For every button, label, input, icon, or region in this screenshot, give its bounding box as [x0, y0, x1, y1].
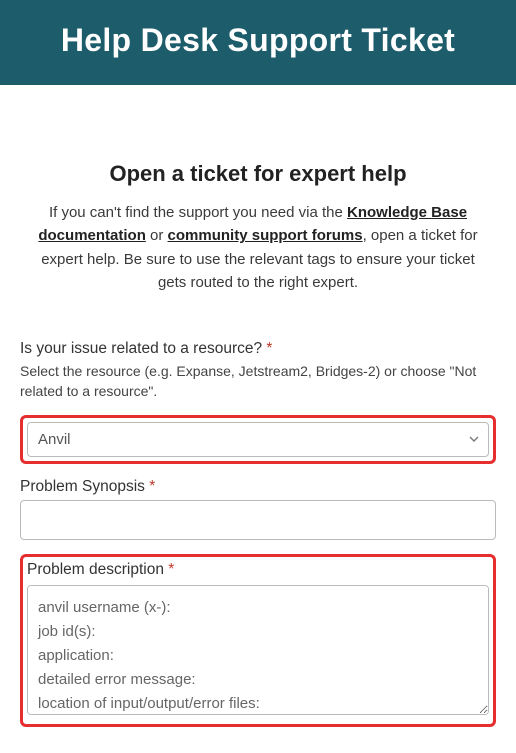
page-title: Help Desk Support Ticket: [10, 22, 506, 59]
field-resource: Is your issue related to a resource? * S…: [20, 340, 496, 401]
description-textarea[interactable]: [27, 585, 489, 715]
required-marker: *: [266, 340, 272, 357]
resource-select-wrap: Anvil: [27, 422, 489, 457]
content: Open a ticket for expert help If you can…: [0, 85, 516, 753]
synopsis-label: Problem Synopsis *: [20, 478, 496, 496]
resource-helper: Select the resource (e.g. Expanse, Jetst…: [20, 362, 496, 401]
intro-mid: or: [146, 227, 168, 244]
synopsis-label-text: Problem Synopsis: [20, 478, 145, 495]
resource-label: Is your issue related to a resource? *: [20, 340, 496, 358]
synopsis-input[interactable]: [20, 500, 496, 540]
description-label: Problem description *: [27, 561, 489, 579]
resource-label-text: Is your issue related to a resource?: [20, 340, 262, 357]
required-marker: *: [149, 478, 155, 495]
field-synopsis: Problem Synopsis *: [20, 478, 496, 540]
link-community-forums[interactable]: community support forums: [168, 227, 363, 244]
resource-highlight: Anvil: [20, 415, 496, 464]
page-banner: Help Desk Support Ticket: [0, 0, 516, 85]
description-highlight: Problem description *: [20, 554, 496, 727]
resource-select[interactable]: Anvil: [27, 422, 489, 457]
intro-pre: If you can't find the support you need v…: [49, 204, 347, 221]
description-label-text: Problem description: [27, 561, 164, 578]
intro-text: If you can't find the support you need v…: [28, 201, 488, 294]
section-heading: Open a ticket for expert help: [20, 161, 496, 187]
required-marker: *: [168, 561, 174, 578]
